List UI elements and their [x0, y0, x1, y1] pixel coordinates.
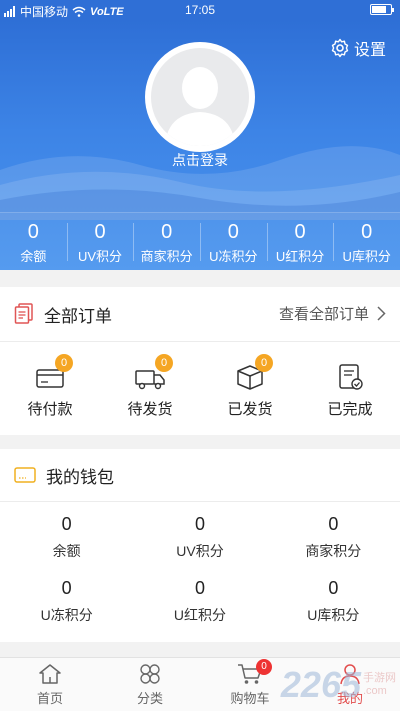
avatar[interactable]	[145, 42, 255, 152]
wallet-icon	[14, 467, 36, 483]
order-completed[interactable]: 已完成	[300, 342, 400, 434]
wallet-title: 我的钱包	[46, 467, 114, 487]
order-pending-payment[interactable]: 0 待付款	[0, 342, 100, 434]
wallet-value: 0	[328, 514, 339, 534]
tab-home[interactable]: 首页	[0, 658, 100, 711]
completed-doc-icon	[339, 364, 363, 390]
wallet-label: 余额	[52, 543, 81, 559]
stat-label: UV积分	[77, 249, 123, 264]
wallet-label: UV积分	[176, 543, 224, 559]
order-label: 已完成	[327, 401, 373, 418]
wallet-u-frozen-points[interactable]: 0 U冻积分	[0, 578, 133, 642]
wallet-grid: 0 余额 0 UV积分 0 商家积分 0 U冻积分 0 U红积分 0 U库积分	[0, 502, 400, 642]
view-all-label: 查看全部订单	[278, 306, 369, 323]
wallet-value: 0	[61, 514, 72, 534]
stat-balance[interactable]: 0 余额	[0, 213, 67, 270]
stat-value: 0	[361, 221, 373, 243]
wallet-uv-points[interactable]: 0 UV积分	[133, 514, 266, 578]
orders-title: 全部订单	[44, 306, 112, 326]
chevron-right-icon	[377, 306, 386, 321]
tab-label: 分类	[136, 691, 163, 706]
tab-label: 首页	[36, 691, 63, 706]
view-all-orders-link[interactable]: 查看全部订单	[279, 303, 386, 324]
wallet-value: 0	[194, 578, 205, 598]
stat-label: U红积分	[275, 249, 325, 264]
stat-merchant-points[interactable]: 0 商家积分	[133, 213, 200, 270]
order-pending-shipment[interactable]: 0 待发货	[100, 342, 200, 434]
wallet-value: 0	[328, 578, 339, 598]
wallet-u-store-points[interactable]: 0 U库积分	[267, 578, 400, 642]
category-icon	[140, 664, 160, 684]
stat-label: U库积分	[342, 249, 391, 264]
stat-value: 0	[161, 221, 173, 243]
order-shipped[interactable]: 0 已发货	[200, 342, 300, 434]
stat-label: 余额	[20, 249, 47, 264]
order-count-badge: 0	[155, 354, 173, 372]
stat-value: 0	[294, 221, 306, 243]
orders-header[interactable]: 全部订单 查看全部订单	[0, 287, 400, 342]
order-label: 已发货	[227, 401, 273, 418]
orders-doc-icon	[14, 303, 33, 324]
stat-u-frozen-points[interactable]: 0 U冻积分	[200, 213, 267, 270]
status-time: 17:05	[184, 3, 216, 17]
order-status-row: 0 待付款 0 待发货 0 已发货 已完成	[0, 342, 400, 434]
wallet-label: U冻积分	[40, 607, 93, 623]
wallet-value: 0	[61, 578, 72, 598]
stats-bar: 0 余额 0 UV积分 0 商家积分 0 U冻积分 0 U红积分 0 U库积分	[0, 212, 400, 270]
order-label: 待发货	[127, 401, 173, 418]
battery-icon	[370, 4, 394, 15]
stat-label: U冻积分	[209, 249, 258, 264]
stat-value: 0	[27, 221, 39, 243]
stat-value: 0	[94, 221, 106, 243]
stat-value: 0	[227, 221, 239, 243]
wallet-section: 我的钱包 0 余额 0 UV积分 0 商家积分 0 U冻积分 0 U红积分 0 …	[0, 449, 400, 642]
wallet-label: U库积分	[307, 607, 360, 623]
stat-label: 商家积分	[140, 249, 193, 264]
stat-uv-points[interactable]: 0 UV积分	[66, 213, 134, 270]
wallet-value: 0	[194, 514, 205, 534]
watermark-text: 手游网	[363, 672, 396, 684]
profile-header: 设置 点击登录 0 余额 0 UV积分 0 商家积分 0 U冻积分 0 U红积分…	[0, 20, 400, 270]
orders-section: 全部订单 查看全部订单 0 待付款 0 待发货 0 已发货 已完成	[0, 287, 400, 435]
status-bar: 中国移动 VoLTE 17:05	[0, 0, 400, 20]
stat-u-store-points[interactable]: 0 U库积分	[333, 213, 400, 270]
login-link[interactable]: 点击登录	[0, 150, 400, 170]
default-avatar-icon	[165, 67, 235, 146]
watermark-brand: 2265	[280, 664, 361, 705]
home-icon	[39, 664, 61, 684]
settings-button[interactable]: 设置	[330, 36, 386, 60]
wallet-balance[interactable]: 0 余额	[0, 514, 133, 578]
gear-icon	[331, 38, 349, 58]
wallet-header: 我的钱包	[0, 449, 400, 502]
order-count-badge: 0	[255, 354, 273, 372]
tab-label: 购物车	[230, 691, 270, 706]
wallet-u-red-points[interactable]: 0 U红积分	[133, 578, 266, 642]
watermark-domain: .com	[363, 685, 387, 697]
wallet-label: U红积分	[173, 607, 227, 623]
stat-u-red-points[interactable]: 0 U红积分	[266, 213, 334, 270]
order-count-badge: 0	[55, 354, 73, 372]
wallet-merchant-points[interactable]: 0 商家积分	[267, 514, 400, 578]
tab-category[interactable]: 分类	[100, 658, 200, 711]
wallet-label: 商家积分	[305, 543, 362, 559]
site-watermark: 2265 手游网 .com	[281, 660, 396, 710]
cart-count-badge: 0	[256, 659, 272, 675]
order-label: 待付款	[27, 401, 73, 418]
settings-label: 设置	[353, 42, 386, 59]
